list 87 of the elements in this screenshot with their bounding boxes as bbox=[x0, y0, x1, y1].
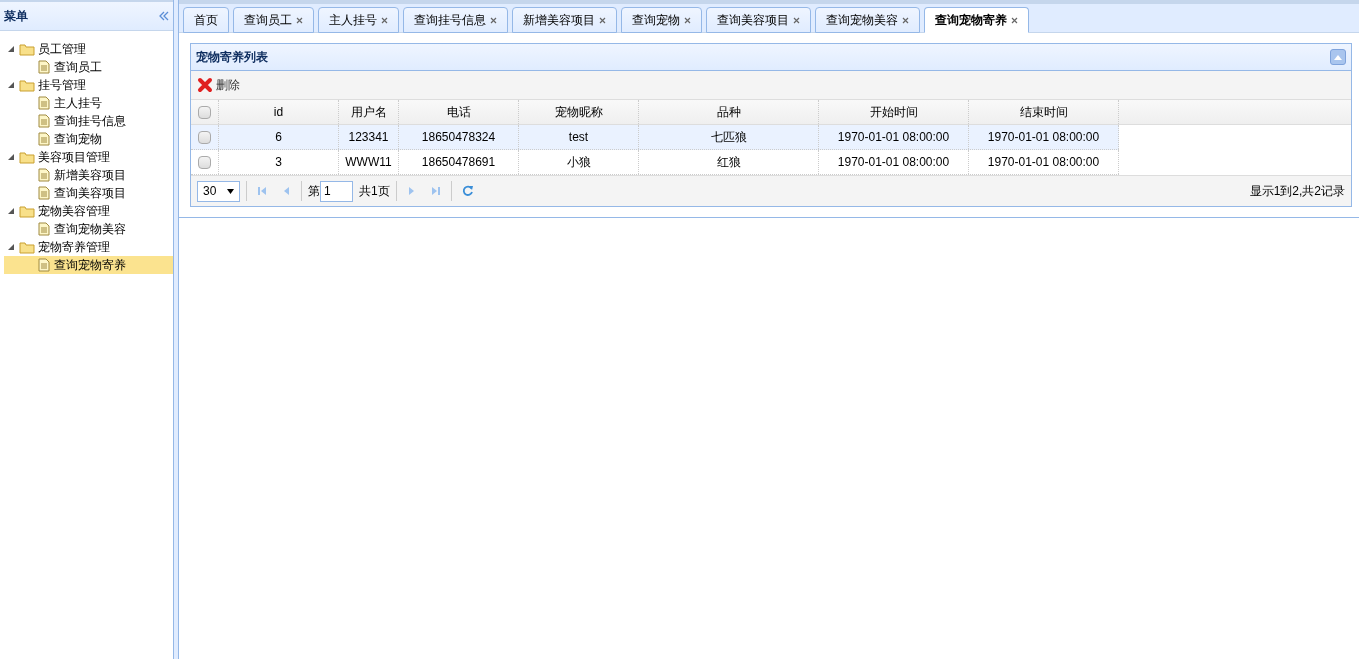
table-cell: 1970-01-01 08:00:00 bbox=[969, 125, 1119, 149]
collapse-icon[interactable] bbox=[159, 11, 169, 21]
expand-icon[interactable] bbox=[8, 208, 14, 214]
tree-node[interactable]: 主人挂号 bbox=[4, 94, 173, 112]
table-cell: 1970-01-01 08:00:00 bbox=[819, 150, 969, 174]
page-label: 第 bbox=[308, 183, 320, 200]
panel-title: 宠物寄养列表 bbox=[196, 49, 268, 66]
expand-icon[interactable] bbox=[8, 244, 14, 250]
expand-icon[interactable] bbox=[8, 46, 14, 52]
caret-up-icon bbox=[1334, 54, 1342, 60]
pager-summary: 显示1到2,共2记录 bbox=[1249, 183, 1345, 200]
document-icon bbox=[38, 96, 50, 110]
dropdown-arrow-icon[interactable] bbox=[227, 188, 234, 194]
close-icon[interactable] bbox=[1011, 16, 1018, 24]
checkbox[interactable] bbox=[198, 130, 211, 144]
document-icon bbox=[38, 132, 50, 146]
column-header[interactable]: 宠物昵称 bbox=[519, 100, 639, 124]
expand-icon[interactable] bbox=[8, 154, 14, 160]
column-header[interactable]: 电话 bbox=[399, 100, 519, 124]
tree-node[interactable]: 查询美容项目 bbox=[4, 184, 173, 202]
checkbox[interactable] bbox=[198, 105, 211, 119]
folder-icon bbox=[19, 204, 35, 218]
folder-icon bbox=[19, 42, 35, 56]
tree-node[interactable]: 宠物美容管理 bbox=[4, 202, 173, 220]
table-cell: 18650478691 bbox=[399, 150, 519, 174]
column-header[interactable]: id bbox=[219, 100, 339, 124]
tab[interactable]: 查询宠物 bbox=[621, 7, 702, 33]
table-cell: 1970-01-01 08:00:00 bbox=[819, 125, 969, 149]
table-cell: 七匹狼 bbox=[639, 125, 819, 149]
table-cell: test bbox=[519, 125, 639, 149]
close-icon[interactable] bbox=[490, 16, 497, 24]
checkbox[interactable] bbox=[198, 155, 211, 169]
tree-node[interactable]: 查询宠物 bbox=[4, 130, 173, 148]
column-header[interactable]: 品种 bbox=[639, 100, 819, 124]
tab[interactable]: 查询宠物寄养 bbox=[924, 7, 1029, 33]
table-cell: 红狼 bbox=[639, 150, 819, 174]
tree-node[interactable]: 查询宠物寄养 bbox=[4, 256, 173, 274]
folder-icon bbox=[19, 78, 35, 92]
tree-node[interactable]: 挂号管理 bbox=[4, 76, 173, 94]
column-header[interactable]: 结束时间 bbox=[969, 100, 1119, 124]
table-cell: 6 bbox=[219, 125, 339, 149]
tab[interactable]: 查询美容项目 bbox=[706, 7, 811, 33]
delete-button[interactable]: 删除 bbox=[197, 76, 240, 94]
tab[interactable]: 查询挂号信息 bbox=[403, 7, 508, 33]
tree-node[interactable]: 宠物寄养管理 bbox=[4, 238, 173, 256]
tree-node[interactable]: 员工管理 bbox=[4, 40, 173, 58]
cross-icon bbox=[197, 77, 213, 93]
table-cell: 123341 bbox=[339, 125, 399, 149]
tab[interactable]: 新增美容项目 bbox=[512, 7, 617, 33]
document-icon bbox=[38, 114, 50, 128]
total-pages: 共1页 bbox=[359, 183, 390, 200]
column-header[interactable]: 用户名 bbox=[339, 100, 399, 124]
collapse-button[interactable] bbox=[1330, 49, 1346, 65]
document-icon bbox=[38, 258, 50, 272]
tree-node[interactable]: 查询挂号信息 bbox=[4, 112, 173, 130]
document-icon bbox=[38, 222, 50, 236]
table-row[interactable]: 6 123341 18650478324 test 七匹狼 1970-01-01 08:00:00 1970-01-01 08:00:00 bbox=[191, 125, 1119, 150]
tree-node[interactable]: 查询员工 bbox=[4, 58, 173, 76]
tab[interactable]: 主人挂号 bbox=[318, 7, 399, 33]
tree-node[interactable]: 美容项目管理 bbox=[4, 148, 173, 166]
table-cell: 18650478324 bbox=[399, 125, 519, 149]
table-cell: WWW11 bbox=[339, 150, 399, 174]
close-icon[interactable] bbox=[296, 16, 303, 24]
document-icon bbox=[38, 186, 50, 200]
folder-icon bbox=[19, 150, 35, 164]
close-icon[interactable] bbox=[381, 16, 388, 24]
table-cell: 1970-01-01 08:00:00 bbox=[969, 150, 1119, 174]
close-icon[interactable] bbox=[599, 16, 606, 24]
refresh-icon[interactable] bbox=[461, 185, 474, 197]
document-icon bbox=[38, 60, 50, 74]
tree-node[interactable]: 新增美容项目 bbox=[4, 166, 173, 184]
expand-icon[interactable] bbox=[8, 82, 14, 88]
table-cell: 小狼 bbox=[519, 150, 639, 174]
column-header[interactable]: 开始时间 bbox=[819, 100, 969, 124]
close-icon[interactable] bbox=[793, 16, 800, 24]
close-icon[interactable] bbox=[684, 16, 691, 24]
panel-title: 菜单 bbox=[4, 8, 28, 25]
tree-node[interactable]: 查询宠物美容 bbox=[4, 220, 173, 238]
close-icon[interactable] bbox=[902, 16, 909, 24]
page-size-select[interactable]: 30 bbox=[197, 180, 240, 202]
folder-icon bbox=[19, 240, 35, 254]
tab[interactable]: 查询宠物美容 bbox=[815, 7, 920, 33]
page-input[interactable]: 1 bbox=[320, 180, 353, 202]
tab[interactable]: 查询员工 bbox=[233, 7, 314, 33]
tab[interactable]: 首页 bbox=[183, 7, 229, 33]
document-icon bbox=[38, 168, 50, 182]
table-cell: 3 bbox=[219, 150, 339, 174]
